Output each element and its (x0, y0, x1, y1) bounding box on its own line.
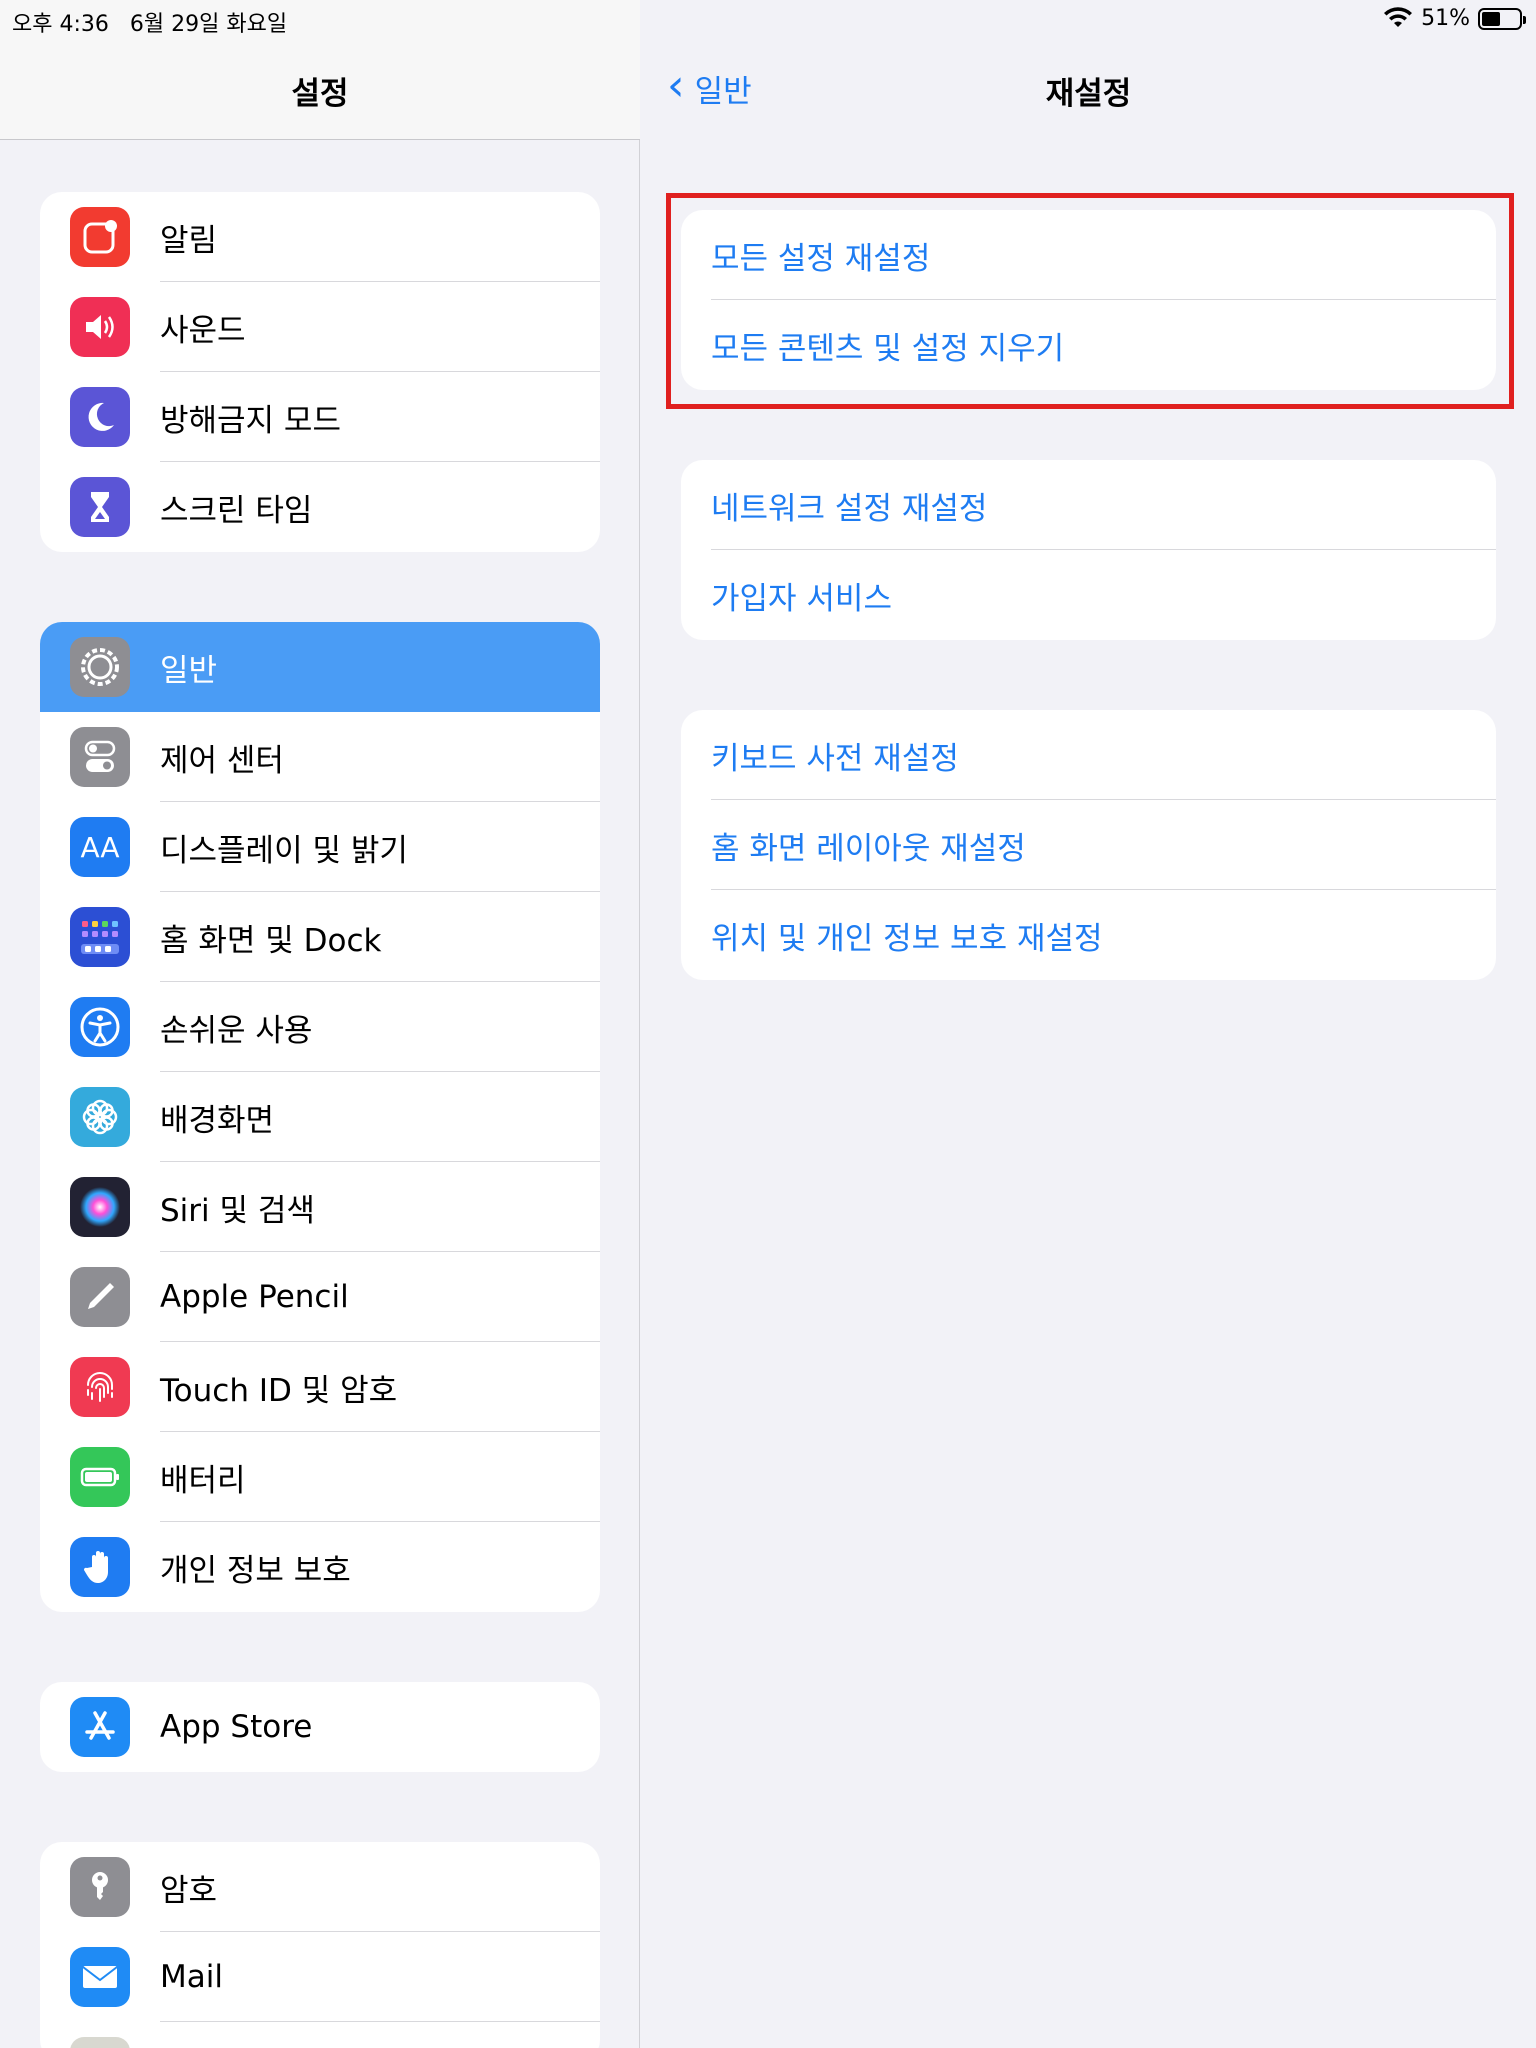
sidebar-item-label: 개인 정보 보호 (160, 1552, 351, 1589)
status-time: 오후 4:36 6월 29일 화요일 (12, 12, 288, 37)
sidebar-item-label: Siri 및 검색 (160, 1192, 315, 1229)
sidebar-item-screen-time[interactable]: 스크린 타임 (40, 462, 600, 552)
sidebar-item-label: 배경화면 (160, 1102, 275, 1139)
moon-icon (70, 387, 130, 447)
sidebar-group-4: 암호 Mail (40, 1842, 600, 2048)
sidebar-item-partial[interactable] (40, 2022, 600, 2048)
hand-icon (70, 1537, 130, 1597)
sidebar-item-label: Touch ID 및 암호 (160, 1372, 398, 1409)
wifi-icon (1384, 6, 1413, 27)
sidebar-item-label: 일반 (160, 652, 218, 689)
highlight-box (666, 193, 1514, 409)
sidebar-item-label: 방해금지 모드 (160, 402, 341, 439)
sidebar-group-1: 알림 사운드 방해금지 모드 스크린 타임 (40, 192, 600, 552)
sidebar-item-privacy[interactable]: 개인 정보 보호 (40, 1522, 600, 1612)
mail-icon (70, 1947, 130, 2007)
speaker-icon (70, 297, 130, 357)
reset-group-2: 네트워크 설정 재설정 가입자 서비스 (681, 460, 1496, 640)
sidebar-item-label: 스크린 타임 (160, 492, 313, 529)
home-grid-icon (70, 907, 130, 967)
sidebar-group-3: App Store (40, 1682, 600, 1772)
sidebar-title: 설정 (291, 76, 349, 112)
accessibility-icon (70, 997, 130, 1057)
sidebar-item-app-store[interactable]: App Store (40, 1682, 600, 1772)
reset-home-screen-layout-button[interactable]: 홈 화면 레이아웃 재설정 (681, 800, 1496, 890)
sidebar-item-label: 알림 (160, 222, 218, 259)
subscriber-services-button[interactable]: 가입자 서비스 (681, 550, 1496, 640)
sidebar-item-battery[interactable]: 배터리 (40, 1432, 600, 1522)
battery-percent: 51% (1421, 6, 1470, 31)
pencil-icon (70, 1267, 130, 1327)
sidebar-item-label: 암호 (160, 1872, 218, 1909)
sidebar-item-label: Apple Pencil (160, 1279, 349, 1315)
hourglass-icon (70, 477, 130, 537)
sidebar-item-sounds[interactable]: 사운드 (40, 282, 600, 372)
detail-pane: ‹ 일반 재설정 모든 설정 재설정 모든 콘텐츠 및 설정 지우기 네트워크 … (641, 0, 1536, 2048)
battery-status-icon (1478, 7, 1526, 30)
sidebar-item-label: 손쉬운 사용 (160, 1012, 313, 1049)
reset-group-3: 키보드 사전 재설정 홈 화면 레이아웃 재설정 위치 및 개인 정보 보호 재… (681, 710, 1496, 980)
key-icon (70, 1857, 130, 1917)
sidebar-item-label: Mail (160, 1959, 223, 1995)
toggle-icon (70, 727, 130, 787)
sidebar-item-display[interactable]: AA 디스플레이 및 밝기 (40, 802, 600, 892)
battery-icon (70, 1447, 130, 1507)
sidebar-item-accessibility[interactable]: 손쉬운 사용 (40, 982, 600, 1072)
page-title: 재설정 (1045, 76, 1132, 112)
reset-keyboard-dictionary-button[interactable]: 키보드 사전 재설정 (681, 710, 1496, 800)
reset-option-label: 네트워크 설정 재설정 (711, 490, 988, 527)
sidebar-item-label: 배터리 (160, 1462, 246, 1499)
reset-option-label: 키보드 사전 재설정 (711, 740, 959, 777)
reset-option-label: 홈 화면 레이아웃 재설정 (711, 830, 1026, 867)
sidebar-item-mail[interactable]: Mail (40, 1932, 600, 2022)
sidebar-item-label: 사운드 (160, 312, 246, 349)
reset-location-privacy-button[interactable]: 위치 및 개인 정보 보호 재설정 (681, 890, 1496, 980)
sidebar-item-passwords[interactable]: 암호 (40, 1842, 600, 1932)
sidebar-item-wallpaper[interactable]: 배경화면 (40, 1072, 600, 1162)
sidebar-item-notifications[interactable]: 알림 (40, 192, 600, 282)
reset-option-label: 가입자 서비스 (711, 580, 892, 617)
app-icon (70, 2037, 130, 2048)
text-size-icon: AA (70, 817, 130, 877)
sidebar-item-touch-id[interactable]: Touch ID 및 암호 (40, 1342, 600, 1432)
sidebar-item-label: 디스플레이 및 밝기 (160, 832, 408, 869)
sidebar-item-home-screen[interactable]: 홈 화면 및 Dock (40, 892, 600, 982)
status-indicators: 51% (1383, 6, 1526, 31)
sidebar-item-do-not-disturb[interactable]: 방해금지 모드 (40, 372, 600, 462)
app-store-icon (70, 1697, 130, 1757)
sidebar-item-siri[interactable]: Siri 및 검색 (40, 1162, 600, 1252)
reset-option-label: 위치 및 개인 정보 보호 재설정 (711, 920, 1103, 957)
sidebar-item-label: 제어 센터 (160, 742, 284, 779)
notification-icon (70, 207, 130, 267)
reset-network-settings-button[interactable]: 네트워크 설정 재설정 (681, 460, 1496, 550)
fingerprint-icon (70, 1357, 130, 1417)
siri-icon (70, 1177, 130, 1237)
sidebar-item-label: 홈 화면 및 Dock (160, 922, 382, 959)
settings-sidebar: 설정 알림 사운드 방해금지 모드 스크린 타임 일반 제어 센터 AA 디스플… (0, 0, 640, 2048)
sidebar-group-2: 일반 제어 센터 AA 디스플레이 및 밝기 홈 화면 및 Dock 손쉬운 사… (40, 622, 600, 1612)
sidebar-item-apple-pencil[interactable]: Apple Pencil (40, 1252, 600, 1342)
gear-icon (70, 637, 130, 697)
flower-icon (70, 1087, 130, 1147)
sidebar-item-general[interactable]: 일반 (40, 622, 600, 712)
sidebar-item-control-center[interactable]: 제어 센터 (40, 712, 600, 802)
sidebar-item-label: App Store (160, 1709, 313, 1745)
